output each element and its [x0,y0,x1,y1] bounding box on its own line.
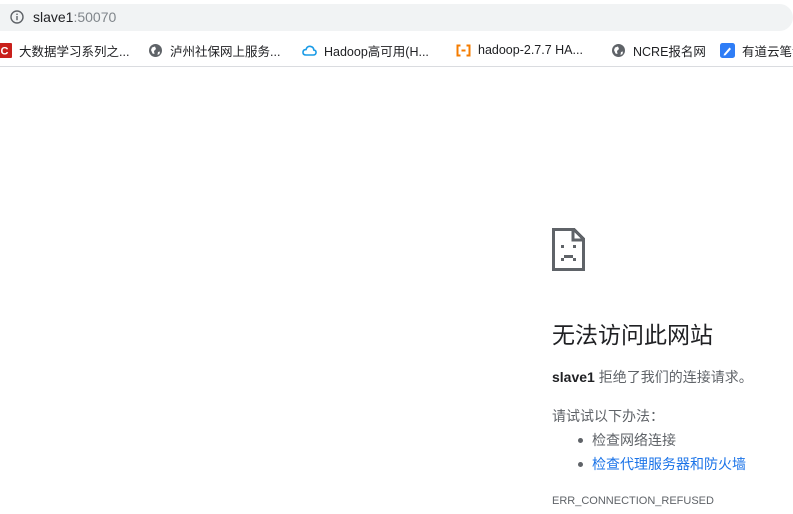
error-message: slave1 拒绝了我们的连接请求。 [552,368,753,386]
globe-icon [149,43,162,57]
bookmark-item[interactable]: NCRE报名网 [611,41,706,59]
info-icon[interactable] [10,10,24,24]
cloud-icon [302,45,317,56]
url-port: :50070 [73,9,117,25]
bookmark-label: 大数据学习系列之... [19,44,130,59]
bookmark-label: NCRE报名网 [633,44,706,59]
bookmark-item[interactable]: C 大数据学习系列之... [0,41,129,59]
bookmark-item[interactable]: 泸州社保网上服务... [148,41,280,59]
proxy-firewall-link[interactable]: 检查代理服务器和防火墙 [592,456,746,472]
error-message-text: 拒绝了我们的连接请求。 [594,369,753,385]
error-host: slave1 [552,369,595,385]
bookmark-item[interactable]: hadoop-2.7.7 HA... [456,41,583,59]
bookmark-item[interactable]: Hadoop高可用(H... [302,41,429,59]
bookmark-label: 泸州社保网上服务... [170,44,281,59]
csdn-icon: C [0,42,12,58]
globe-icon [612,43,625,57]
suggestions-intro: 请试试以下办法： [552,408,664,424]
suggestion-label: 检查网络连接 [592,432,676,448]
suggestions-list: 检查网络连接 检查代理服务器和防火墙 [552,428,746,476]
url-text[interactable]: slave1:50070 [33,9,116,26]
youdao-icon [720,42,735,58]
sad-page-icon [552,228,585,271]
bracket-icon [456,44,471,56]
address-bar[interactable]: slave1:50070 [0,4,793,31]
suggestion-item: 检查网络连接 [578,428,746,452]
svg-text:C: C [1,45,9,57]
url-host: slave1 [33,9,74,25]
bookmarks-bar: C 大数据学习系列之... 泸州社保网上服务... Hadoop高可用(H...… [0,35,793,67]
bookmark-item[interactable]: 有道云笔记 [720,41,793,59]
bookmark-label: hadoop-2.7.7 HA... [478,43,583,57]
error-title: 无法访问此网站 [552,322,713,348]
error-code: ERR_CONNECTION_REFUSED [552,495,714,507]
bookmark-label: Hadoop高可用(H... [324,44,429,59]
address-bar-row: slave1:50070 [0,0,793,35]
suggestion-item: 检查代理服务器和防火墙 [578,452,746,476]
bookmark-label: 有道云笔记 [742,44,793,59]
